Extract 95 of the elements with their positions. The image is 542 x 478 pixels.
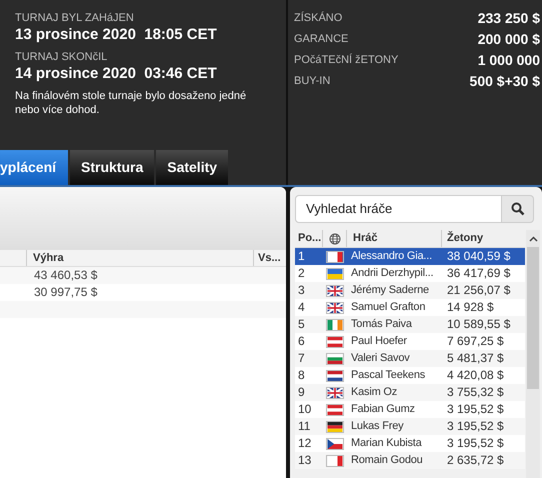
player-name: Tomás Paiva: [350, 317, 413, 332]
scroll-up-icon[interactable]: [528, 236, 538, 242]
player-row[interactable]: 13 Romain Godou 2 635,72 $: [295, 452, 525, 469]
scroll-thumb[interactable]: [527, 247, 539, 389]
search-icon: [510, 202, 524, 216]
position-cell-text: 11: [297, 418, 312, 435]
player-name: Fabian Gumz: [350, 402, 416, 417]
player-name: Jérémy Saderne: [350, 283, 430, 298]
chip-count: 4 420,08 $: [446, 367, 504, 384]
position-cell-text: 4: [297, 299, 306, 316]
start-time: 13 prosince 2020 18:05 CET: [15, 25, 218, 45]
flag-icon: [326, 352, 344, 364]
start-label: TURNAJ BYL ZAHáJEN: [15, 11, 135, 25]
table-cell: 43 460,53 $: [34, 267, 98, 284]
player-name: Paul Hoefer: [350, 334, 408, 349]
player-name: Samuel Grafton: [350, 300, 426, 315]
position-cell-text: 7: [297, 350, 306, 367]
flag-icon: [326, 318, 344, 330]
flag-icon: [326, 386, 344, 398]
column-header[interactable]: Vs...: [254, 250, 281, 266]
end-label: TURNAJ SKONčIL: [15, 50, 108, 64]
stat-value: 1 000 000: [478, 51, 540, 70]
position-cell-text: 2: [297, 265, 306, 282]
position-cell-text: 9: [297, 384, 306, 401]
tab[interactable]: yplácení: [0, 150, 68, 185]
player-row[interactable]: 9 Kasim Oz 3 755,32 $: [295, 384, 525, 401]
stat-label: POčáTEčNÍ žETONY: [294, 52, 398, 68]
chip-count: 3 195,52 $: [446, 435, 504, 452]
player-row[interactable]: 1 Alessandro Gia... 38 040,59 $: [295, 248, 525, 265]
scrollbar[interactable]: [526, 230, 540, 478]
chip-count: 5 481,37 $: [446, 350, 504, 367]
deal-note: Na finálovém stole turnaje bylo dosaženo jedné nebo více dohod.: [15, 89, 248, 117]
player-row[interactable]: 4 Samuel Grafton 14 928 $: [295, 299, 525, 316]
stat-label: BUY-IN: [294, 74, 330, 90]
player-name: Valeri Savov: [350, 351, 411, 366]
chip-count: 10 589,55 $: [446, 316, 510, 333]
chip-count: 3 755,32 $: [446, 384, 504, 401]
position-cell-text: 1: [297, 248, 306, 265]
flag-icon: [326, 268, 344, 280]
column-header[interactable]: Po...: [295, 230, 323, 247]
player-row[interactable]: 11 Lukas Frey 3 195,52 $: [295, 418, 525, 435]
player-row[interactable]: 12 Marian Kubista 3 195,52 $: [295, 435, 525, 452]
position-cell-text: 3: [297, 282, 306, 299]
chip-count: 3 195,52 $: [446, 401, 504, 418]
player-name: Pascal Teekens: [350, 368, 426, 383]
flag-icon: [326, 336, 344, 348]
stat-label: ZÍSKÁNO: [294, 10, 342, 26]
chip-count: 21 256,07 $: [446, 282, 510, 299]
player-row[interactable]: 5 Tomás Paiva 10 589,55 $: [295, 316, 525, 333]
player-name: Alessandro Gia...: [350, 249, 433, 264]
search-field[interactable]: Vyhledat hráče: [295, 195, 502, 223]
player-row[interactable]: 8 Pascal Teekens 4 420,08 $: [295, 367, 525, 384]
table-cell: 30 997,75 $: [34, 284, 98, 301]
player-name: Lukas Frey: [350, 419, 404, 434]
column-header[interactable]: Žetony: [442, 230, 484, 247]
position-cell-text: 10: [297, 401, 312, 418]
flag-icon: [326, 404, 344, 416]
chip-count: 3 195,52 $: [446, 418, 504, 435]
tab[interactable]: Struktura: [70, 150, 154, 185]
player-name: Romain Godou: [350, 453, 424, 468]
globe-icon: [328, 232, 340, 244]
chip-count: 2 635,72 $: [446, 452, 504, 469]
player-name: Andrii Derzhypil...: [350, 266, 434, 281]
player-row[interactable]: 3 Jérémy Saderne 21 256,07 $: [295, 282, 525, 299]
tab[interactable]: Satelity: [156, 150, 228, 185]
player-row[interactable]: 6 Paul Hoefer 7 697,25 $: [295, 333, 525, 350]
end-time: 14 prosince 2020 03:46 CET: [15, 64, 218, 84]
position-cell-text: 5: [297, 316, 306, 333]
flag-icon: [326, 250, 344, 262]
stat-value: 200 000 $: [478, 30, 540, 49]
search-button[interactable]: [502, 195, 534, 223]
player-row[interactable]: 10 Fabian Gumz 3 195,52 $: [295, 401, 525, 418]
column-header[interactable]: Výhra: [27, 250, 254, 266]
player-row[interactable]: 2 Andrii Derzhypil... 36 417,69 $: [295, 265, 525, 282]
flag-icon: [326, 302, 344, 314]
flag-icon: [326, 438, 344, 450]
column-header[interactable]: Hráč: [347, 230, 442, 247]
position-cell-text: 6: [297, 333, 306, 350]
player-name: Kasim Oz: [350, 385, 398, 400]
flag-icon: [326, 284, 344, 296]
stat-value: 233 250 $: [478, 9, 540, 28]
flag-icon: [326, 454, 344, 466]
position-cell-text: 8: [297, 367, 306, 384]
position-cell-text: 12: [297, 435, 312, 452]
chip-count: 38 040,59 $: [446, 248, 510, 265]
chip-count: 14 928 $: [446, 299, 494, 316]
stat-value: 500 $+30 $: [470, 72, 540, 91]
flag-icon: [326, 370, 344, 382]
flag-icon: [326, 420, 344, 432]
position-cell-text: 13: [297, 452, 312, 469]
stat-label: GARANCE: [294, 32, 348, 48]
player-name: Marian Kubista: [350, 436, 423, 451]
player-row[interactable]: 7 Valeri Savov 5 481,37 $: [295, 350, 525, 367]
chip-count: 7 697,25 $: [446, 333, 504, 350]
chip-count: 36 417,69 $: [446, 265, 510, 282]
